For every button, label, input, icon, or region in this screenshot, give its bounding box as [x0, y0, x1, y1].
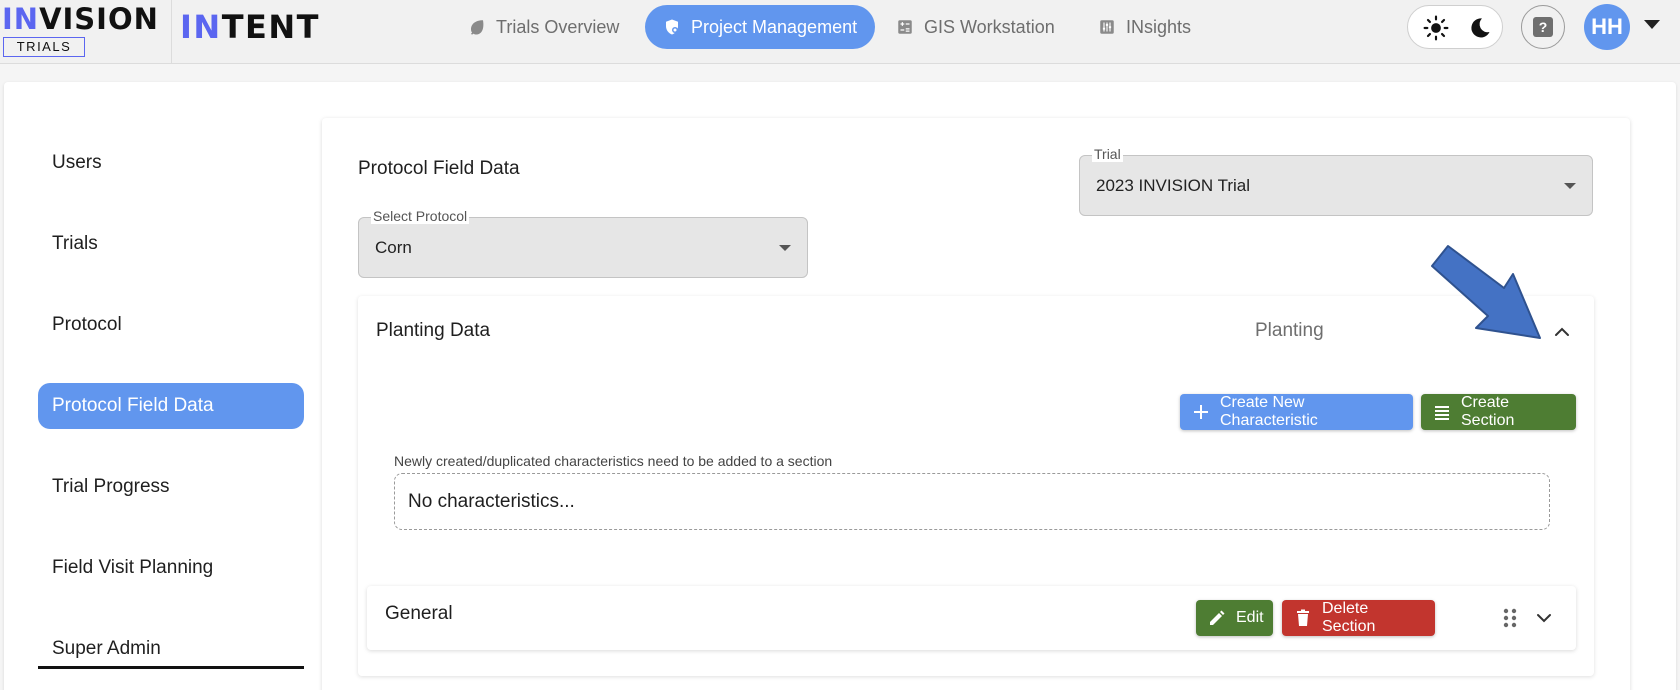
tab-gis-workstation[interactable]: GIS Workstation: [878, 5, 1073, 49]
accordion-type-label: Planting: [1255, 320, 1324, 341]
logo-subtitle: TRIALS: [3, 37, 85, 57]
characteristics-drop-zone[interactable]: No characteristics...: [394, 473, 1550, 530]
edit-section-button[interactable]: Edit: [1196, 600, 1273, 636]
sidebar-item-protocol[interactable]: Protocol: [38, 302, 304, 348]
trial-select[interactable]: Trial 2023 INVISION Trial: [1079, 146, 1593, 216]
caret-down-icon: [1564, 182, 1576, 189]
leaf-icon: [471, 20, 484, 35]
help-button[interactable]: ?: [1521, 5, 1565, 49]
moon-icon[interactable]: [1464, 12, 1496, 44]
button-label: Create Section: [1461, 394, 1515, 429]
sidebar-item-users[interactable]: Users: [38, 140, 304, 186]
tab-insights[interactable]: INsights: [1080, 5, 1209, 49]
protocol-select[interactable]: Select Protocol Corn: [358, 208, 808, 278]
page-title: Protocol Field Data: [358, 158, 520, 179]
trial-select-value: 2023 INVISION Trial: [1096, 175, 1251, 195]
list-icon: [1435, 406, 1449, 420]
sidebar-item-protocol-field-data[interactable]: Protocol Field Data: [38, 383, 304, 429]
tab-label: Trials Overview: [496, 16, 620, 37]
theme-toggle[interactable]: [1407, 5, 1503, 49]
product-name: INTENT: [180, 8, 320, 46]
sidebar-item-field-visit-planning[interactable]: Field Visit Planning: [38, 545, 304, 591]
pencil-icon: [1210, 610, 1225, 625]
chevron-down-icon[interactable]: [1532, 606, 1556, 630]
button-label: Create New Characteristic: [1220, 394, 1318, 429]
sun-icon[interactable]: [1420, 12, 1452, 44]
tab-label: Project Management: [691, 16, 858, 37]
accordion-title[interactable]: Planting Data: [376, 320, 490, 342]
trash-icon: [1297, 609, 1309, 626]
product-rest: TENT: [221, 8, 320, 46]
user-avatar[interactable]: HH: [1584, 4, 1630, 50]
sidebar-item-trial-progress[interactable]: Trial Progress: [38, 464, 304, 510]
section-title: General: [385, 603, 453, 624]
product-highlight: IN: [180, 8, 222, 46]
help-icon: ?: [1533, 17, 1553, 37]
caret-down-icon: [779, 244, 791, 251]
annotation-arrow-icon: [1430, 244, 1554, 340]
button-label: Edit: [1236, 609, 1264, 626]
tab-project-management[interactable]: Project Management: [645, 5, 876, 49]
drag-handle-icon[interactable]: [1502, 606, 1518, 630]
logo-highlight: IN: [2, 2, 40, 36]
sidebar-item-trials[interactable]: Trials: [38, 221, 304, 267]
invision-trials-logo[interactable]: INVISION TRIALS: [0, 0, 172, 64]
calculator-icon: [898, 20, 912, 34]
sliders-icon: [1100, 20, 1114, 34]
helper-text: Newly created/duplicated characteristics…: [394, 453, 833, 469]
chevron-down-icon[interactable]: [1644, 20, 1660, 29]
top-navigation-bar: INVISION TRIALS INTENT Trials Overview P…: [0, 0, 1680, 64]
create-section-button[interactable]: Create Section: [1421, 394, 1576, 430]
logo-wordmark: INVISION: [2, 2, 159, 36]
tab-label: GIS Workstation: [924, 16, 1055, 37]
plus-icon: [1194, 405, 1208, 419]
tab-trials-overview[interactable]: Trials Overview: [450, 5, 637, 49]
shield-gear-icon: [666, 19, 678, 35]
logo-rest: VISION: [39, 2, 159, 36]
button-label: Delete Section: [1322, 600, 1376, 635]
tab-label: INsights: [1126, 16, 1192, 37]
delete-section-button[interactable]: Delete Section: [1282, 600, 1435, 636]
create-new-characteristic-button[interactable]: Create New Characteristic: [1180, 394, 1413, 430]
empty-state-text: No characteristics...: [408, 490, 575, 512]
protocol-select-value: Corn: [375, 237, 412, 257]
sidebar-active-underline: [38, 666, 304, 669]
